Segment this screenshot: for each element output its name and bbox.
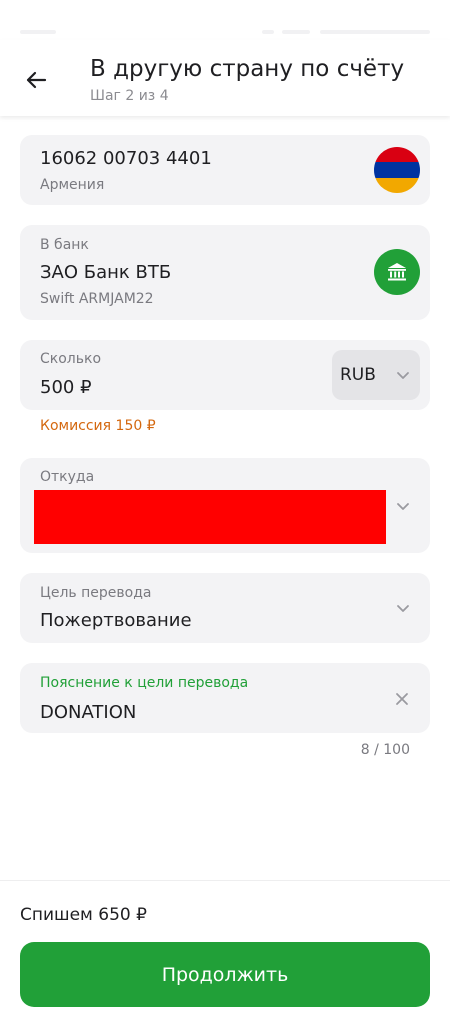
- bank-label: В банк: [40, 237, 89, 253]
- fee-notice: Комиссия 150 ₽: [40, 418, 156, 434]
- clear-button[interactable]: [392, 689, 412, 709]
- app-header: В другую страну по счёту Шаг 2 из 4: [0, 40, 450, 116]
- amount-card: Сколько 500 ₽ RUB: [20, 340, 430, 410]
- currency-code: RUB: [340, 365, 376, 385]
- step-indicator: Шаг 2 из 4: [90, 88, 169, 104]
- chevron-down-icon: [397, 372, 409, 379]
- chevron-down-icon: [397, 605, 409, 612]
- purpose-value: Пожертвование: [40, 610, 192, 631]
- transfer-form: 16062 00703 4401 Армения В банк ЗАО Банк…: [0, 116, 450, 880]
- back-button[interactable]: [18, 62, 54, 98]
- arrow-left-icon: [26, 71, 47, 89]
- bank-name: ЗАО Банк ВТБ: [40, 262, 172, 283]
- purpose-select[interactable]: Цель перевода Пожертвование: [20, 573, 430, 643]
- bank-icon: [374, 249, 420, 295]
- armenia-flag-icon: [374, 147, 420, 193]
- recipient-account-card[interactable]: 16062 00703 4401 Армения: [20, 135, 430, 205]
- explanation-field[interactable]: Пояснение к цели перевода DONATION: [20, 663, 430, 733]
- amount-label: Сколько: [40, 351, 102, 367]
- currency-select[interactable]: RUB: [332, 350, 420, 400]
- continue-button[interactable]: Продолжить: [20, 942, 430, 1007]
- explanation-input[interactable]: DONATION: [40, 702, 136, 723]
- purpose-label: Цель перевода: [40, 585, 152, 601]
- source-label: Откуда: [40, 469, 95, 485]
- swift-code: Swift ARMJAM22: [40, 291, 154, 307]
- source-account-card[interactable]: Откуда: [20, 458, 430, 553]
- close-icon: [396, 693, 408, 705]
- status-bar: [0, 0, 450, 40]
- page-title: В другую страну по счёту: [90, 56, 405, 82]
- chevron-down-icon: [397, 503, 409, 510]
- footer-bar: Спишем 650 ₽ Продолжить: [0, 880, 450, 1024]
- amount-input[interactable]: 500 ₽: [40, 377, 92, 398]
- country-name: Армения: [40, 177, 105, 193]
- redacted-account: [34, 490, 386, 544]
- account-number: 16062 00703 4401: [40, 148, 212, 169]
- debit-total: Спишем 650 ₽: [20, 905, 147, 925]
- character-counter: 8 / 100: [360, 742, 410, 758]
- explanation-label: Пояснение к цели перевода: [40, 675, 249, 691]
- bank-card[interactable]: В банк ЗАО Банк ВТБ Swift ARMJAM22: [20, 225, 430, 320]
